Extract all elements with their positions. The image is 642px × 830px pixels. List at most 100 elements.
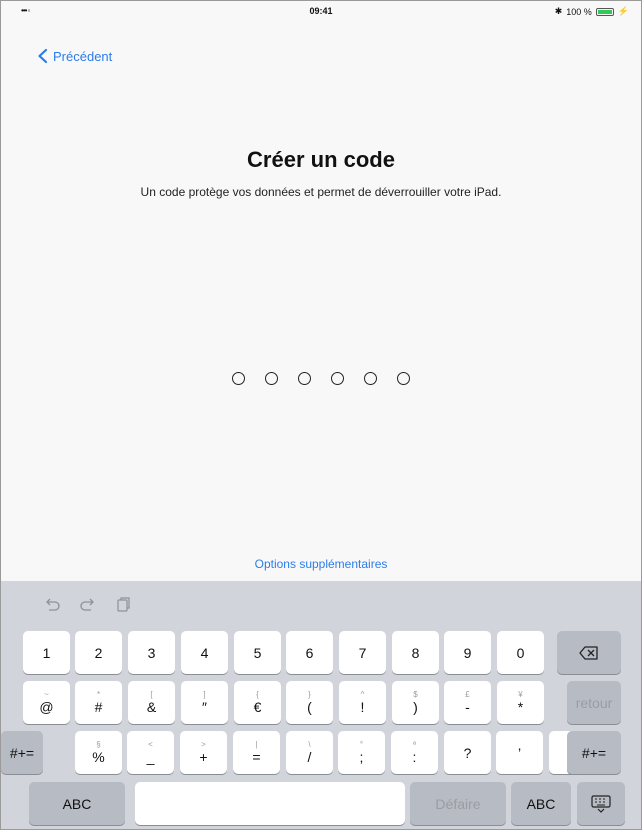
- key-label: _: [146, 749, 155, 765]
- undo-icon[interactable]: [43, 595, 61, 613]
- bluetooth-icon: ✱: [554, 6, 563, 16]
- key-label: !: [360, 699, 365, 715]
- key-1[interactable]: 1: [23, 631, 70, 674]
- key-label: /: [307, 749, 312, 765]
- key-label: 5: [253, 644, 262, 661]
- return-key[interactable]: retour: [567, 681, 621, 724]
- key-0[interactable]: 0: [497, 631, 544, 674]
- key-4[interactable]: 4: [181, 631, 228, 674]
- key-symbol[interactable]: ¥ *: [497, 681, 544, 724]
- space-key[interactable]: [135, 782, 405, 825]
- key-label: 3: [147, 644, 156, 661]
- key-9[interactable]: 9: [444, 631, 491, 674]
- key-symbol[interactable]: ª:: [391, 731, 438, 774]
- ipad-screen: ••• ◦ 09:41 ✱ 100 % ⚡ Précédent Créer un…: [0, 0, 642, 830]
- key-alt-label: ^: [360, 690, 365, 699]
- key-symbol[interactable]: > +: [180, 731, 227, 774]
- passcode-dot: [265, 372, 278, 385]
- key-8[interactable]: 8: [392, 631, 439, 674]
- key-2[interactable]: 2: [75, 631, 122, 674]
- key-symbol[interactable]: §%: [75, 731, 122, 774]
- delete-backspace-icon: [579, 645, 598, 660]
- key-symbol[interactable]: \ /: [286, 731, 333, 774]
- key-label: #: [94, 699, 103, 715]
- back-label: Précédent: [53, 48, 113, 64]
- key-symbol[interactable]: ?: [444, 731, 491, 774]
- key-label: =: [252, 749, 261, 765]
- key-label: #+=: [9, 744, 35, 761]
- key-label: 6: [305, 644, 314, 661]
- key-6[interactable]: 6: [286, 631, 333, 674]
- key-label: ’: [517, 744, 522, 761]
- shift-symbols-key-right[interactable]: #+=: [567, 731, 621, 774]
- key-label: 0: [516, 644, 525, 661]
- paste-icon[interactable]: [114, 595, 132, 613]
- key-symbol[interactable]: }(: [286, 681, 333, 724]
- key-label: ABC: [62, 795, 92, 812]
- key-alt-label: ~: [44, 690, 49, 699]
- key-symbol[interactable]: * #: [75, 681, 122, 724]
- key-alt-label: ª: [413, 740, 416, 749]
- key-alt-label: <: [148, 740, 153, 749]
- abc-key-left[interactable]: ABC: [29, 782, 125, 825]
- keyboard: 1 2 3 4 5 6 7 8 9 0 ~ @ * #[&] ″{€}(^! $) £ - ¥ * retour #+= §…: [1, 581, 641, 829]
- key-symbol[interactable]: < _: [127, 731, 174, 774]
- key-label: 1: [42, 644, 51, 661]
- passcode-dots: [1, 372, 641, 385]
- key-label: +: [199, 749, 208, 765]
- key-label: &: [146, 699, 157, 715]
- chevron-left-icon: [38, 48, 48, 64]
- key-symbol[interactable]: {€: [234, 681, 281, 724]
- key-alt-label: }: [308, 690, 311, 699]
- key-alt-label: [: [150, 690, 153, 699]
- status-bar: ••• ◦ 09:41 ✱ 100 % ⚡: [1, 1, 641, 21]
- key-alt-label: §: [96, 740, 101, 749]
- undo-key[interactable]: Défaire: [410, 782, 506, 825]
- key-symbol[interactable]: ] ″: [181, 681, 228, 724]
- passcode-dot: [397, 372, 410, 385]
- passcode-dot: [232, 372, 245, 385]
- status-time: 09:41: [309, 6, 333, 16]
- key-label: :: [412, 749, 417, 765]
- key-symbol[interactable]: £ -: [444, 681, 491, 724]
- key-label: -: [465, 699, 470, 715]
- shift-symbols-key-left[interactable]: #+=: [1, 731, 43, 774]
- key-label: %: [92, 749, 105, 765]
- key-symbol[interactable]: | =: [233, 731, 280, 774]
- page-title: Créer un code: [247, 147, 395, 172]
- key-symbol[interactable]: $): [392, 681, 439, 724]
- key-label: ?: [463, 744, 472, 761]
- key-label: 8: [411, 644, 420, 661]
- key-label: ″: [202, 699, 207, 715]
- delete-key[interactable]: [557, 631, 621, 674]
- key-label: 9: [463, 644, 472, 661]
- key-alt-label: °: [359, 740, 364, 749]
- key-label: 2: [94, 644, 103, 661]
- dismiss-keyboard-key[interactable]: [577, 782, 625, 825]
- redo-icon[interactable]: [79, 595, 97, 613]
- key-label: #+=: [581, 744, 607, 761]
- passcode-options-link[interactable]: Options supplémentaires: [1, 557, 641, 571]
- key-alt-label: £: [465, 690, 470, 699]
- key-label: ABC: [526, 795, 556, 812]
- key-symbol[interactable]: ^!: [339, 681, 386, 724]
- battery-percent: 100 %: [566, 6, 592, 17]
- back-button[interactable]: Précédent: [35, 48, 112, 64]
- key-symbol[interactable]: °;: [338, 731, 385, 774]
- key-label: retour: [575, 694, 613, 711]
- key-alt-label: ]: [203, 690, 206, 699]
- key-alt-label: *: [96, 690, 101, 699]
- key-label: 7: [358, 644, 367, 661]
- key-3[interactable]: 3: [128, 631, 175, 674]
- key-label: ;: [359, 749, 364, 765]
- status-right: ✱ 100 % ⚡: [555, 6, 629, 17]
- key-5[interactable]: 5: [234, 631, 281, 674]
- key-label: *: [517, 699, 524, 715]
- key-7[interactable]: 7: [339, 631, 386, 674]
- key-symbol[interactable]: ’: [496, 731, 543, 774]
- battery-icon: [595, 7, 614, 16]
- key-symbol[interactable]: [&: [128, 681, 175, 724]
- key-alt-label: |: [255, 740, 258, 749]
- key-symbol[interactable]: ~ @: [23, 681, 70, 724]
- abc-key-right[interactable]: ABC: [511, 782, 571, 825]
